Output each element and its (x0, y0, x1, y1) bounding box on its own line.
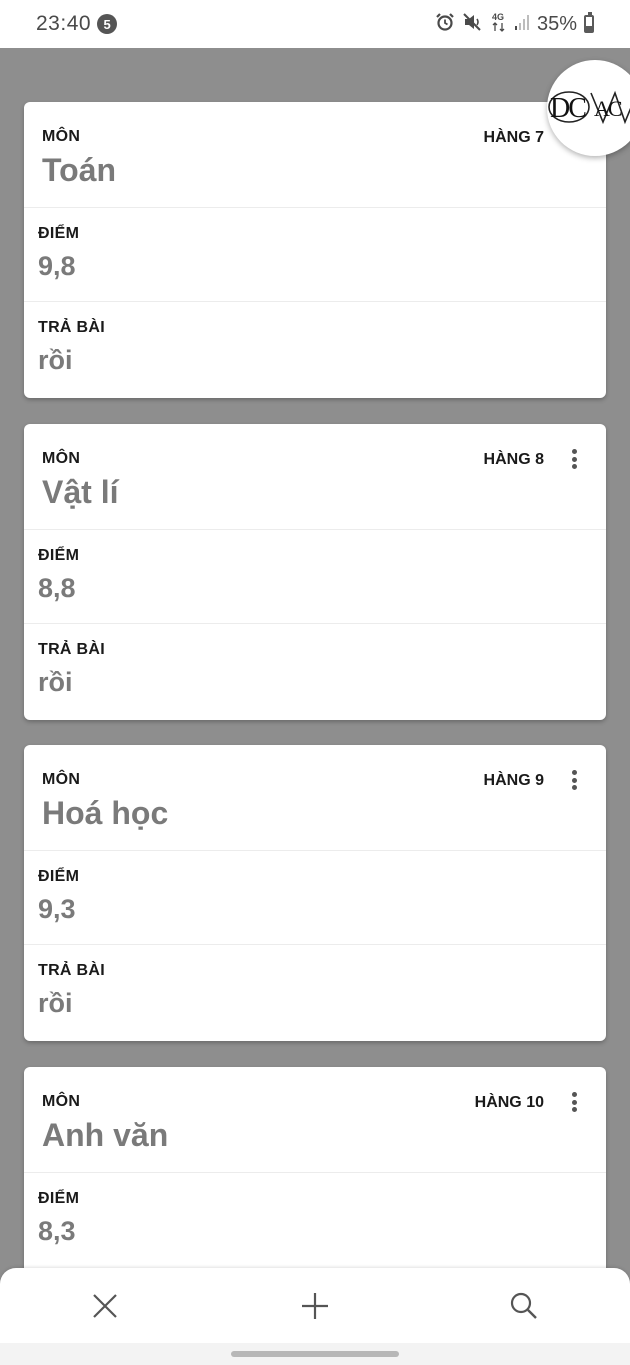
status-icons: 4G 35% (435, 11, 594, 38)
battery-percent: 35% (536, 12, 577, 35)
score-section: ĐIỂM 9,3 (24, 851, 606, 945)
score-value: 9,8 (38, 251, 76, 281)
close-button[interactable] (85, 1286, 125, 1326)
subject-value: Vật lí (42, 474, 119, 510)
more-options-icon[interactable] (566, 447, 582, 471)
alarm-icon (435, 12, 455, 37)
subject-section: MÔN Vật lí HÀNG 8 (24, 424, 606, 530)
row-number: HÀNG 10 (474, 1094, 544, 1111)
score-value: 9,3 (38, 894, 76, 924)
add-icon (302, 1293, 328, 1319)
score-value: 8,3 (38, 1216, 76, 1246)
returned-label: TRẢ BÀI (38, 641, 105, 658)
returned-value: rồi (38, 345, 73, 375)
score-section: ĐIỂM 8,3 (24, 1173, 606, 1267)
subject-value: Toán (42, 152, 117, 188)
subject-section: MÔN Hoá học HÀNG 9 (24, 745, 606, 851)
subject-section: MÔN Toán HÀNG 7 (24, 102, 606, 208)
score-label: ĐIỂM (38, 225, 80, 242)
add-button[interactable] (295, 1286, 335, 1326)
returned-label: TRẢ BÀI (38, 962, 105, 979)
score-label: ĐIỂM (38, 868, 80, 885)
score-label: ĐIỂM (38, 547, 80, 564)
returned-section: TRẢ BÀI rồi (24, 302, 606, 396)
notification-count-badge: 5 (97, 14, 118, 34)
row-number: HÀNG 9 (483, 772, 544, 789)
returned-section: TRẢ BÀI rồi (24, 624, 606, 718)
svg-text:AC: AC (594, 96, 622, 121)
home-gesture-bar[interactable] (231, 1351, 399, 1357)
subject-value: Anh văn (42, 1117, 169, 1153)
system-nav-bar (0, 1343, 630, 1365)
close-icon (93, 1294, 117, 1318)
row-number: HÀNG 8 (483, 451, 544, 468)
more-options-icon[interactable] (566, 768, 582, 792)
bottom-action-bar (0, 1268, 630, 1343)
score-section: ĐIỂM 8,8 (24, 530, 606, 624)
score-section: ĐIỂM 9,8 (24, 208, 606, 302)
more-options-icon[interactable] (566, 1090, 582, 1114)
mute-icon (462, 12, 484, 37)
subject-section: MÔN Anh văn HÀNG 10 (24, 1067, 606, 1173)
status-time: 23:40 (36, 12, 92, 35)
returned-value: rồi (38, 988, 73, 1018)
signal-icon (514, 13, 530, 36)
network-4g-icon: 4G (491, 11, 507, 38)
row-number: HÀNG 7 (483, 129, 544, 146)
search-button[interactable] (504, 1286, 544, 1326)
returned-label: TRẢ BÀI (38, 319, 105, 336)
status-bar: 23:40 5 4G 35% (0, 0, 630, 48)
score-label: ĐIỂM (38, 1190, 80, 1207)
record-card[interactable]: MÔN Toán HÀNG 7 ĐIỂM 9,8 TRẢ BÀI rồi (24, 102, 606, 398)
logo-text: DC (550, 93, 586, 124)
score-value: 8,8 (38, 573, 76, 603)
subject-value: Hoá học (42, 795, 169, 831)
search-icon (510, 1292, 537, 1319)
record-card[interactable]: MÔN Hoá học HÀNG 9 ĐIỂM 9,3 TRẢ BÀI rồi (24, 745, 606, 1041)
network-label: 4G (492, 12, 504, 22)
record-card[interactable]: MÔN Vật lí HÀNG 8 ĐIỂM 8,8 TRẢ BÀI rồi (24, 424, 606, 720)
battery-icon (584, 12, 594, 33)
returned-value: rồi (38, 667, 73, 697)
returned-section: TRẢ BÀI rồi (24, 945, 606, 1039)
